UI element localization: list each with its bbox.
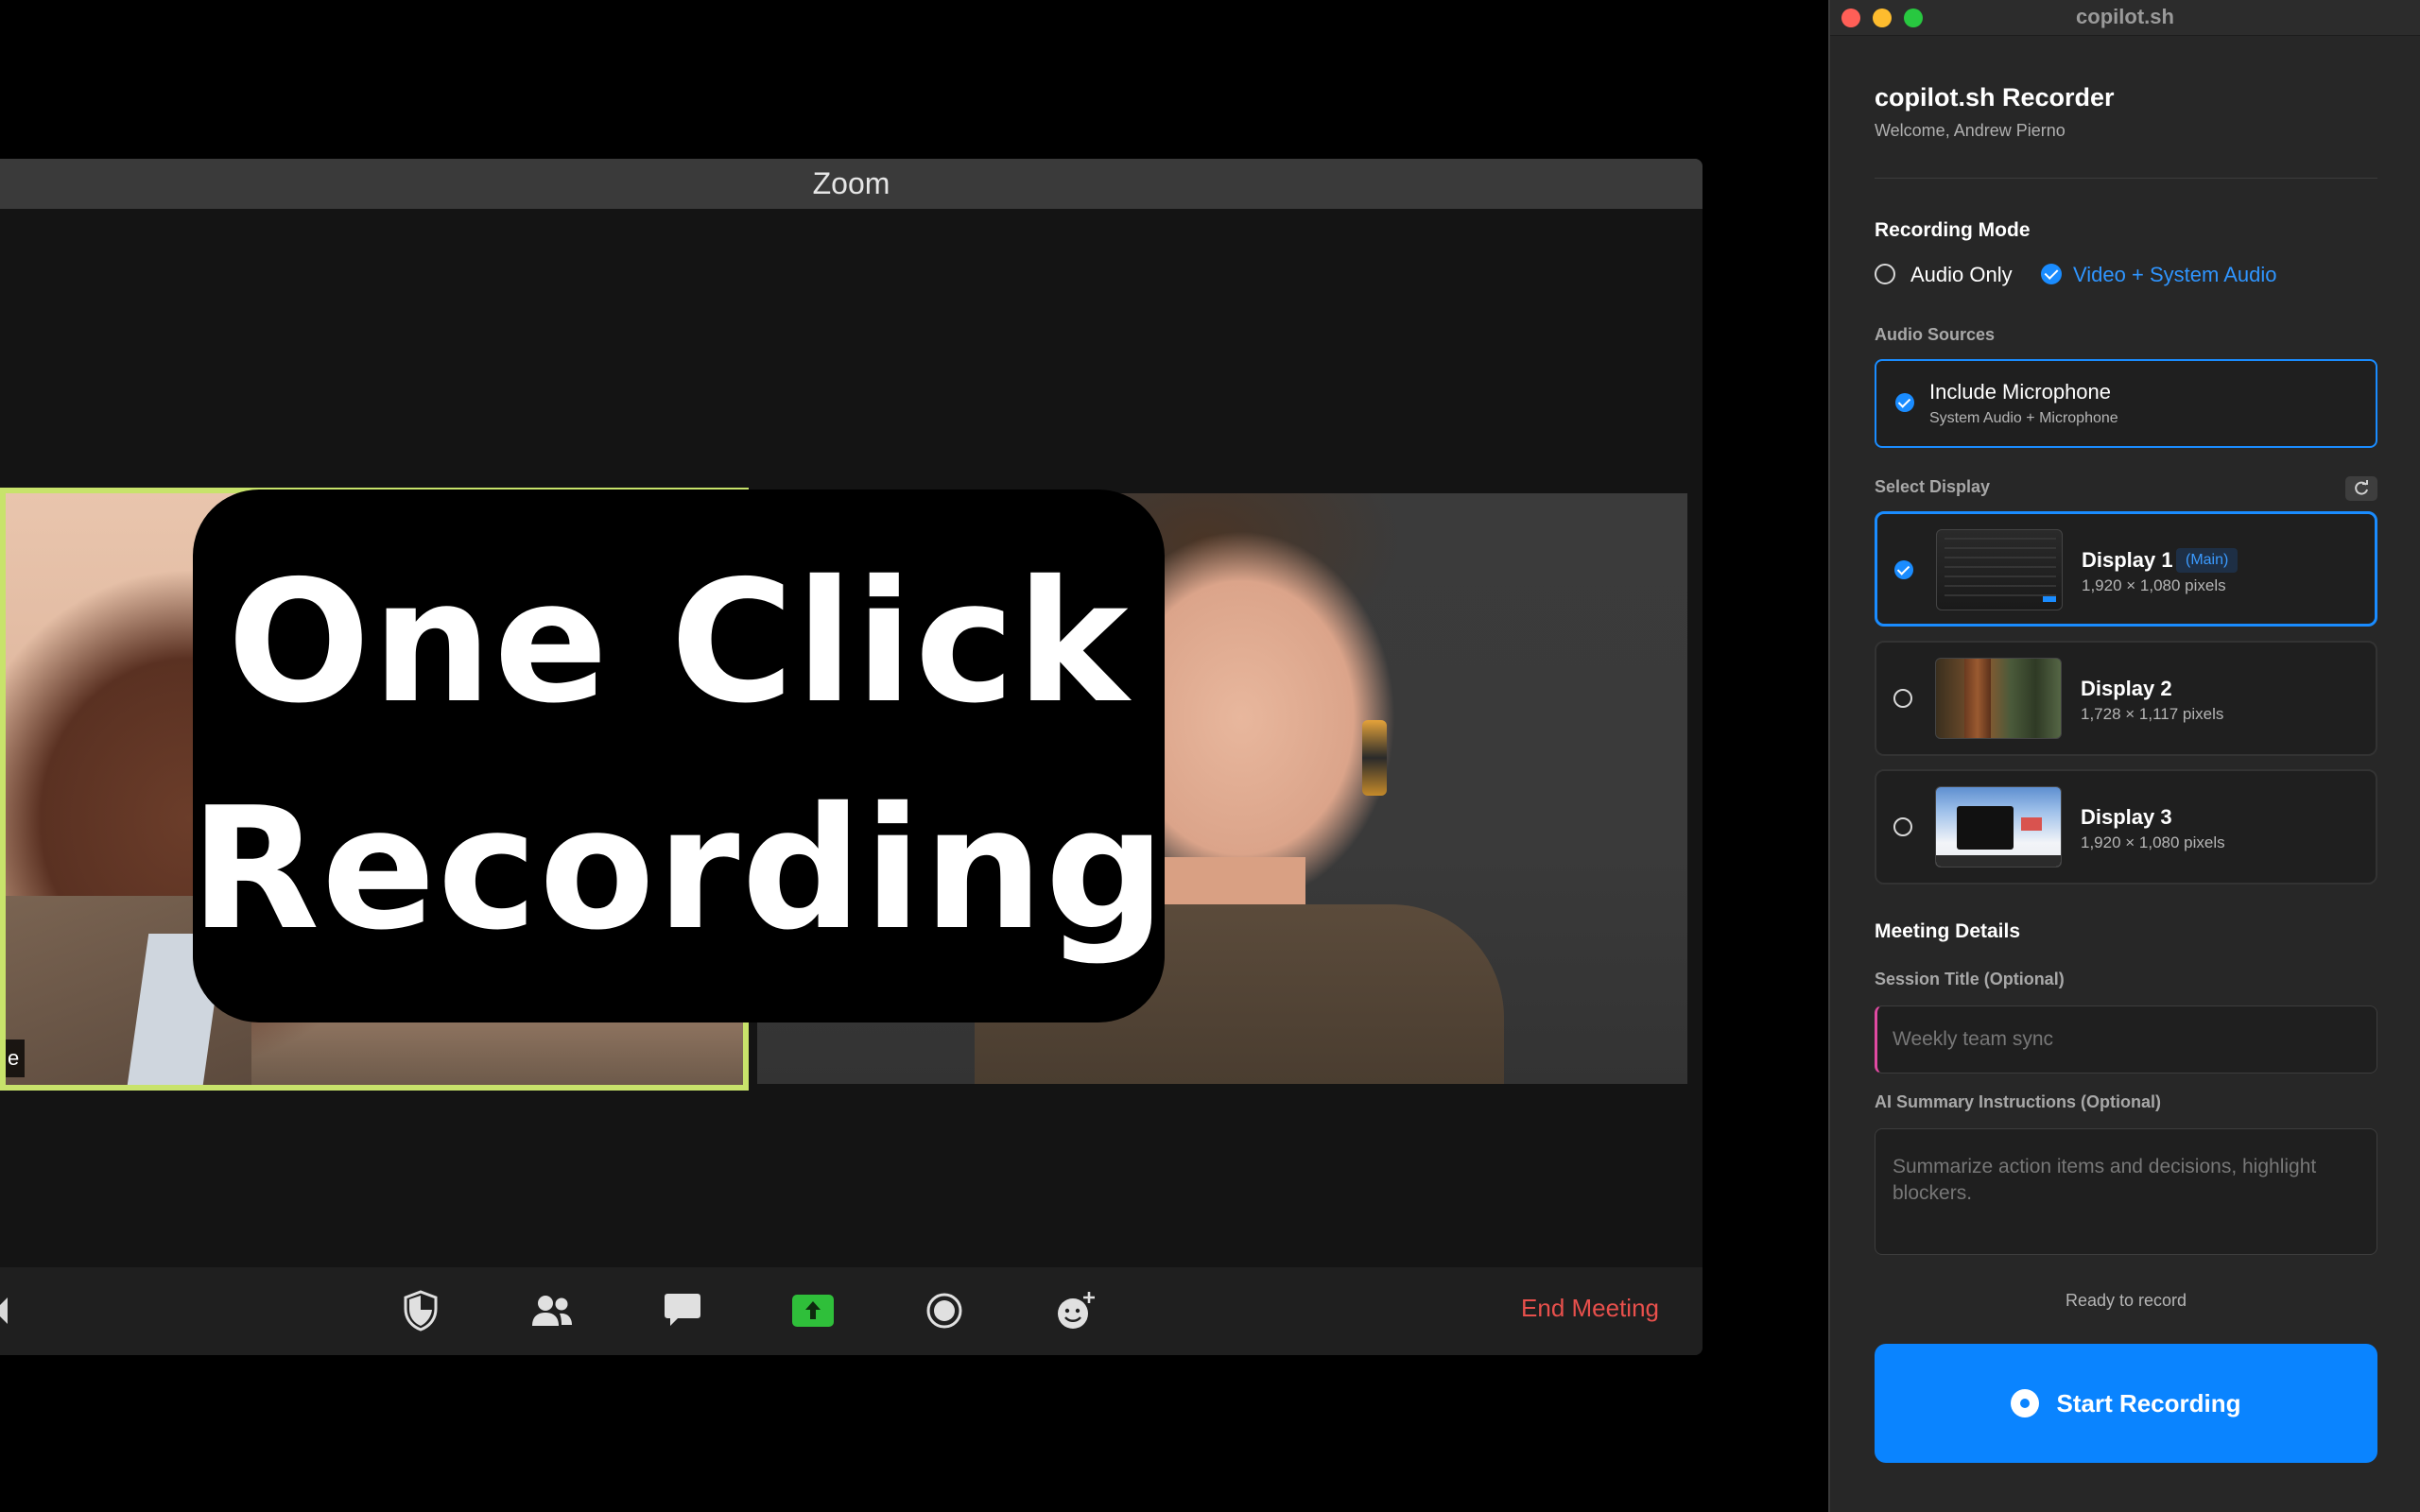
session-title-input[interactable] [1875,1005,2377,1074]
display-3-thumbnail [1935,786,2062,868]
participants-icon[interactable] [529,1288,575,1333]
audio-icon[interactable] [0,1296,11,1326]
recording-mode-title: Recording Mode [1875,219,2031,241]
audio-sources-label: Audio Sources [1875,325,1996,344]
display-3-radio[interactable] [1893,817,1912,836]
main-display-badge: (Main) [2176,548,2238,573]
overlay-line-2: Recording [190,771,1167,967]
session-title-label: Session Title (Optional) [1875,970,2065,988]
video-system-audio-label[interactable]: Video + System Audio [2073,263,2276,287]
display-2-name: Display 2 [2081,677,2172,700]
video-system-audio-radio[interactable] [2041,264,2062,284]
audio-only-label[interactable]: Audio Only [1910,263,2013,287]
start-recording-button[interactable]: Start Recording [1875,1344,2377,1463]
record-dot-icon [2011,1389,2040,1418]
chat-icon[interactable] [660,1288,705,1333]
display-3-resolution: 1,920 × 1,080 pixels [2081,833,2225,851]
microphone-checkbox[interactable] [1895,393,1914,412]
display-3-name: Display 3 [2081,805,2172,829]
meeting-details-title: Meeting Details [1875,920,2021,942]
display-1-radio[interactable] [1894,560,1913,579]
audio-only-radio[interactable] [1875,264,1895,284]
microphone-subtitle: System Audio + Microphone [1929,410,2118,426]
end-meeting-button[interactable]: End Meeting [1521,1294,1659,1323]
display-card-2[interactable]: Display 2 1,728 × 1,117 pixels [1875,641,2377,756]
ai-summary-input[interactable] [1875,1128,2377,1255]
microphone-title: Include Microphone [1929,380,2112,404]
display-card-3[interactable]: Display 3 1,920 × 1,080 pixels [1875,769,2377,885]
recorder-titlebar: copilot.sh [1830,0,2420,36]
share-screen-icon[interactable] [790,1288,836,1333]
display-1-name: Display 1 [2082,548,2173,572]
participant-name-tag: e [6,1040,25,1077]
participant-earring [1362,720,1387,796]
ai-summary-label: AI Summary Instructions (Optional) [1875,1092,2162,1111]
display-1-thumbnail [1936,529,2063,610]
include-microphone-option[interactable]: Include Microphone System Audio + Microp… [1875,359,2377,448]
select-display-label: Select Display [1875,477,1991,496]
start-recording-label: Start Recording [2056,1388,2241,1418]
display-2-resolution: 1,728 × 1,117 pixels [2081,705,2224,723]
recorder-window: copilot.sh copilot.sh Recorder Welcome, … [1828,0,2420,1512]
display-card-1[interactable]: Display 1 (Main) 1,920 × 1,080 pixels [1875,511,2377,627]
security-icon[interactable] [398,1288,443,1333]
refresh-icon[interactable] [2345,476,2377,501]
window-title: copilot.sh [2076,5,2174,28]
app-name: copilot.sh Recorder [1875,83,2115,112]
zoom-window: Zoom e One Click Recording End Meeting [0,159,1703,1355]
display-2-radio[interactable] [1893,689,1912,708]
overlay-line-1: One Click [227,544,1131,740]
display-2-thumbnail [1935,658,2062,739]
status-text: Ready to record [2065,1291,2187,1310]
zoom-toolbar: End Meeting [0,1267,1703,1355]
display-1-resolution: 1,920 × 1,080 pixels [2082,576,2226,594]
zoom-title: Zoom [0,159,1703,209]
reactions-icon[interactable] [1053,1288,1098,1333]
divider [1875,178,2377,179]
promo-overlay-card: One Click Recording [190,490,1167,1022]
welcome-text: Welcome, Andrew Pierno [1875,121,2066,140]
record-icon[interactable] [922,1288,967,1333]
